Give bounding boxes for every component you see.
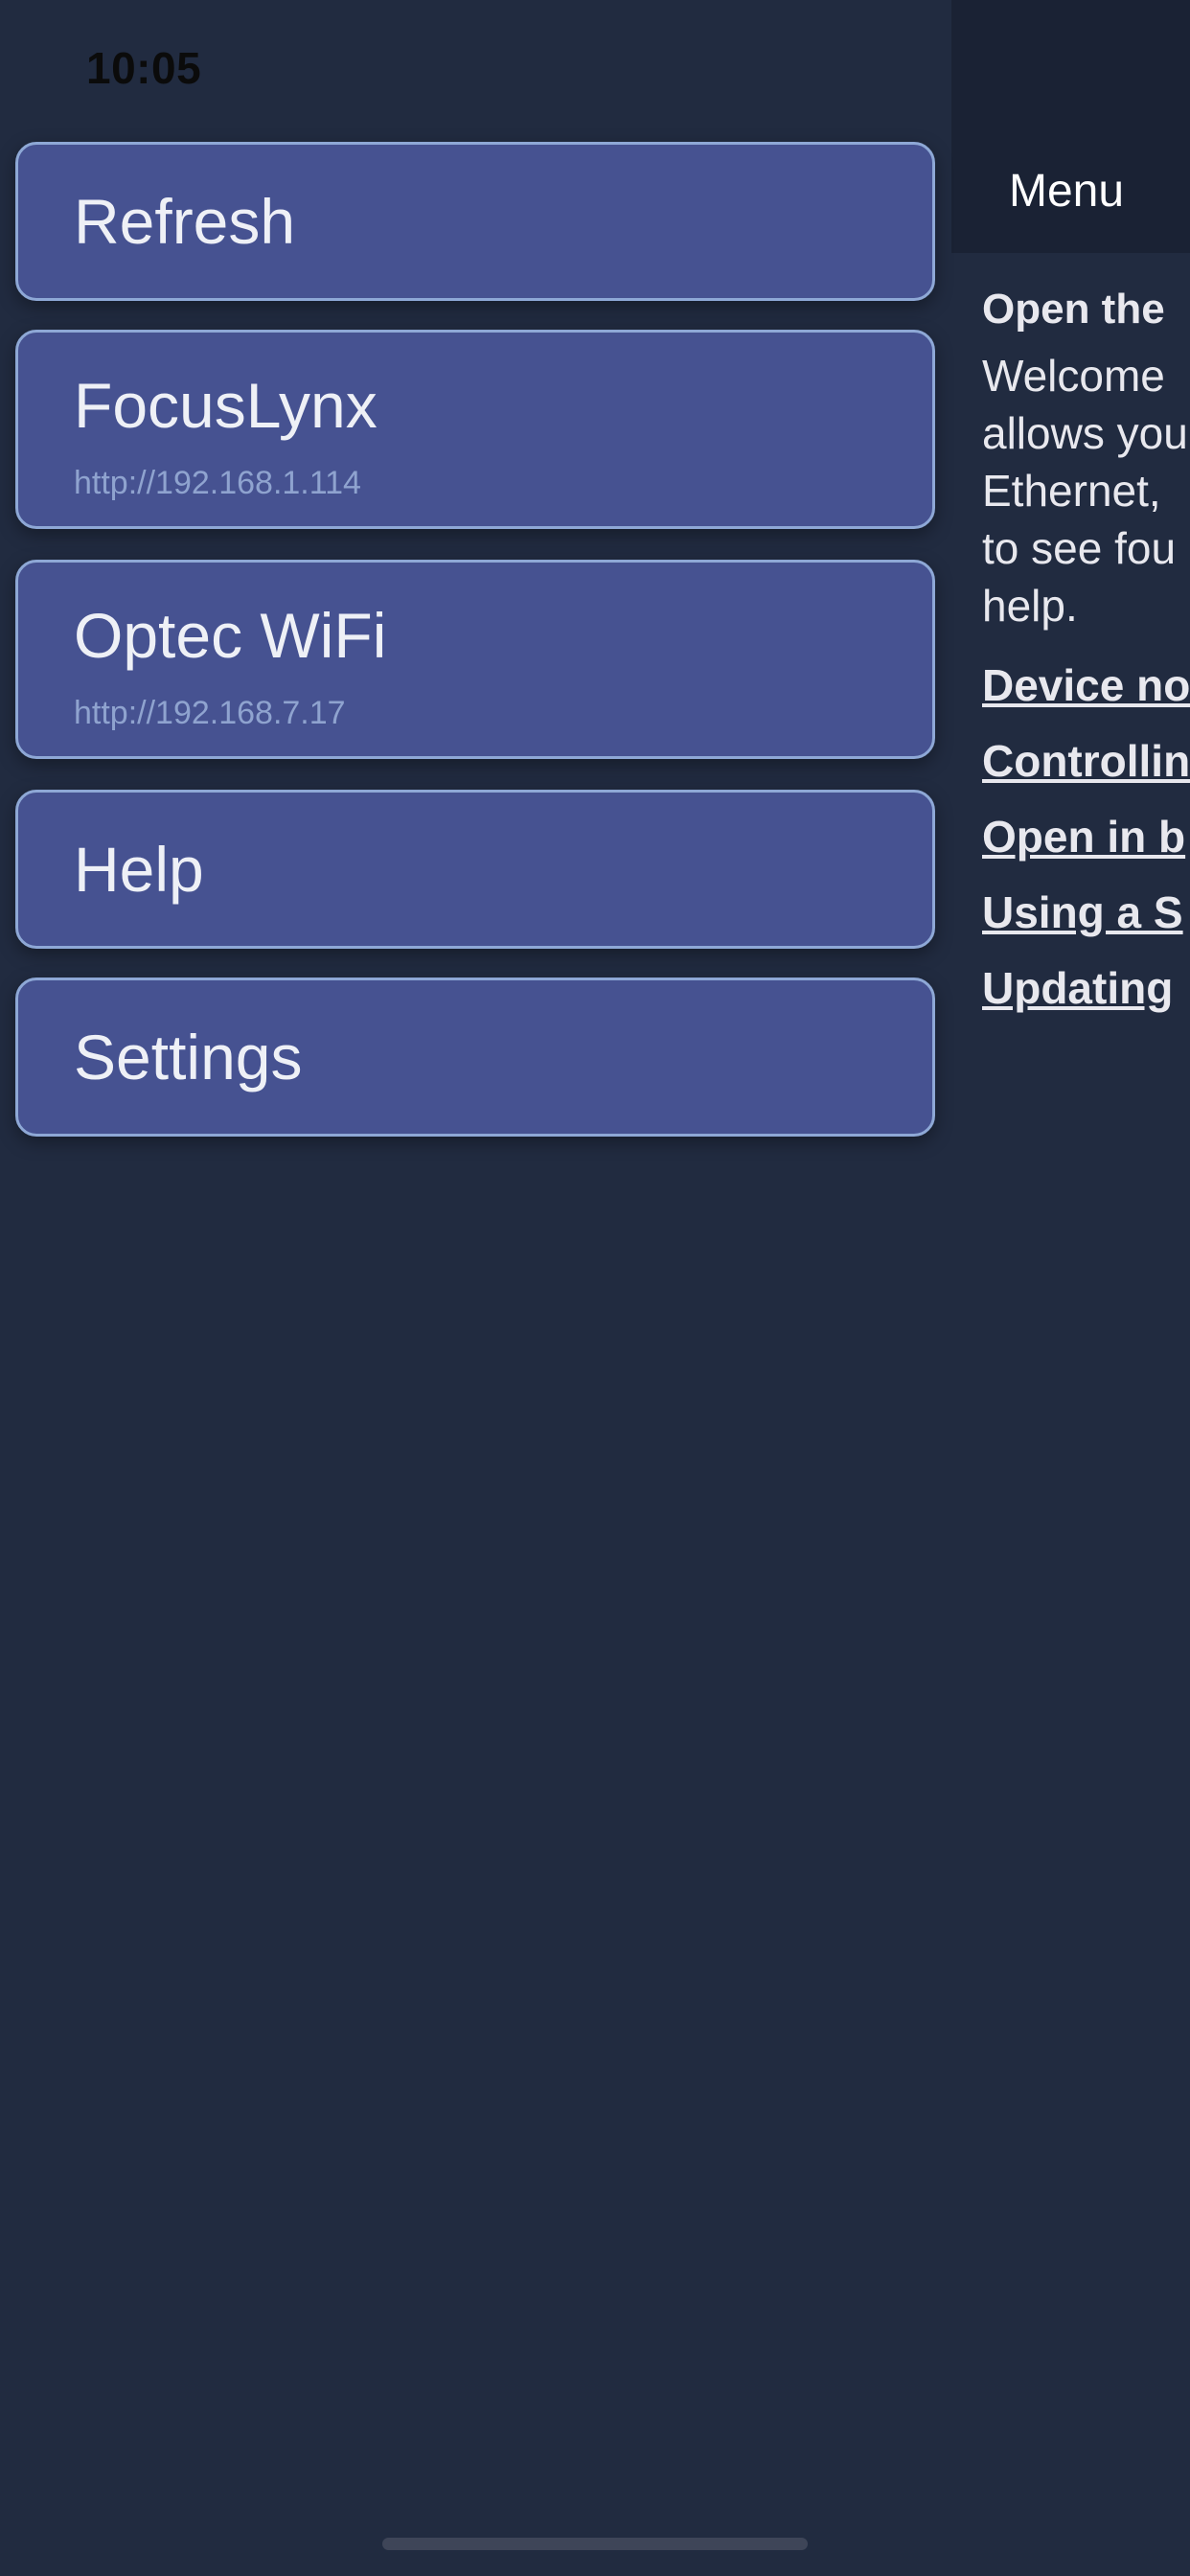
- help-text-line: Welcome: [982, 351, 1165, 401]
- help-text-line: allows you: [982, 408, 1188, 458]
- device-address: http://192.168.1.114: [74, 465, 361, 501]
- menu-item-label: Settings: [74, 1022, 303, 1092]
- help-link-using[interactable]: Using a S: [982, 875, 1190, 951]
- help-paragraph: Welcome allows you Ethernet, to see fou …: [982, 347, 1190, 634]
- help-text-line: Ethernet,: [982, 466, 1161, 516]
- help-link-device-not-found[interactable]: Device no: [982, 648, 1190, 724]
- help-button[interactable]: Help: [15, 790, 935, 949]
- help-link-updating[interactable]: Updating: [982, 951, 1190, 1026]
- home-indicator[interactable]: [382, 2538, 808, 2550]
- help-link-open-in-browser[interactable]: Open in b: [982, 799, 1190, 875]
- settings-button[interactable]: Settings: [15, 978, 935, 1137]
- refresh-button[interactable]: Refresh: [15, 142, 935, 301]
- help-content: Open the Welcome allows you Ethernet, to…: [982, 278, 1190, 1026]
- device-optec-wifi-button[interactable]: Optec WiFi http://192.168.7.17: [15, 560, 935, 759]
- menu-item-label: Refresh: [74, 186, 296, 257]
- help-text-line: to see fou: [982, 523, 1177, 573]
- menu-item-label: FocusLynx: [74, 370, 378, 441]
- device-address: http://192.168.7.17: [74, 695, 346, 731]
- help-heading: Open the: [982, 286, 1165, 333]
- menu-item-label: Help: [74, 834, 204, 905]
- status-time: 10:05: [86, 43, 202, 93]
- menu-item-label: Optec WiFi: [74, 600, 387, 671]
- help-link-controlling[interactable]: Controllin: [982, 724, 1190, 799]
- help-links: Device no Controllin Open in b Using a S…: [982, 648, 1190, 1026]
- help-text-line: help.: [982, 581, 1078, 631]
- device-focuslynx-button[interactable]: FocusLynx http://192.168.1.114: [15, 330, 935, 529]
- content-panel: Menu Open the Welcome allows you Etherne…: [951, 0, 1190, 2576]
- nav-title: Menu: [1009, 166, 1125, 217]
- nav-header: Menu: [951, 0, 1190, 253]
